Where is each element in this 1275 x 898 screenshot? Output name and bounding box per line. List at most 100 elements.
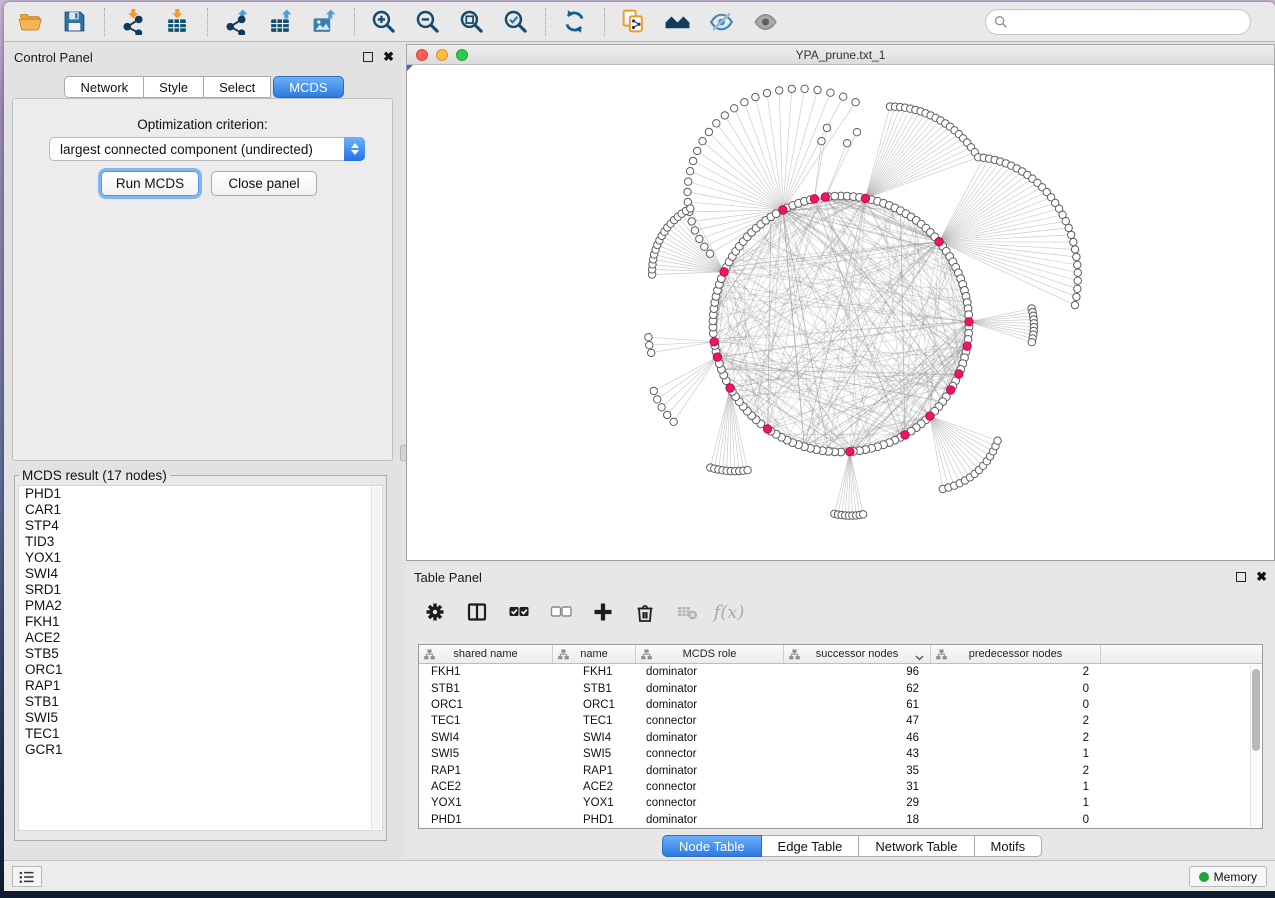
network-node[interactable] <box>691 227 698 234</box>
first-neighbors-button[interactable] <box>661 6 693 38</box>
mcds-dominator-node[interactable] <box>901 431 909 439</box>
mcds-result-item[interactable]: ACE2 <box>19 630 382 646</box>
network-node[interactable] <box>705 128 712 135</box>
result-list-scrollbar[interactable] <box>371 487 381 829</box>
table-row[interactable]: SWI4SWI4dominator462 <box>419 730 1262 746</box>
table-row[interactable]: FKH1FKH1dominator962 <box>419 664 1262 680</box>
network-node[interactable] <box>994 437 1001 444</box>
minimize-window-icon[interactable] <box>436 49 448 61</box>
mcds-result-item[interactable]: STB1 <box>19 694 382 710</box>
network-node[interactable] <box>788 85 795 92</box>
mcds-dominator-node[interactable] <box>861 194 869 202</box>
network-node[interactable] <box>814 86 821 93</box>
tab-motifs[interactable]: Motifs <box>975 835 1043 857</box>
column-header-successor-nodes[interactable]: successor nodes <box>784 645 931 663</box>
mcds-result-item[interactable]: PMA2 <box>19 598 382 614</box>
network-node[interactable] <box>645 334 652 341</box>
mcds-dominator-node[interactable] <box>779 206 787 214</box>
export-image-button[interactable] <box>308 6 340 38</box>
network-node[interactable] <box>1074 261 1081 268</box>
mcds-result-item[interactable]: RAP1 <box>19 678 382 694</box>
mcds-dominator-node[interactable] <box>965 318 973 326</box>
float-table-panel-icon[interactable] <box>1236 572 1246 582</box>
network-node[interactable] <box>843 140 850 147</box>
network-node[interactable] <box>646 342 653 349</box>
tab-select[interactable]: Select <box>204 76 271 98</box>
search-input[interactable] <box>1008 12 1250 32</box>
close-panel-icon[interactable]: ✖ <box>383 49 394 65</box>
mcds-dominator-node[interactable] <box>963 342 971 350</box>
table-scrollbar[interactable] <box>1250 665 1261 827</box>
table-row[interactable]: RAP1RAP1dominator352 <box>419 762 1262 778</box>
show-all-button[interactable] <box>749 6 781 38</box>
mcds-result-item[interactable]: YOX1 <box>19 550 382 566</box>
mcds-result-item[interactable]: STB5 <box>19 646 382 662</box>
delete-row-button[interactable] <box>630 597 660 627</box>
network-node[interactable] <box>1071 301 1078 308</box>
network-node[interactable] <box>731 105 738 112</box>
close-window-icon[interactable] <box>416 49 428 61</box>
network-node[interactable] <box>1070 238 1077 245</box>
network-node[interactable] <box>801 85 808 92</box>
network-node[interactable] <box>694 147 701 154</box>
network-node[interactable] <box>1074 277 1081 284</box>
import-network-button[interactable] <box>117 6 149 38</box>
export-table-button[interactable] <box>264 6 296 38</box>
export-network-button[interactable] <box>220 6 252 38</box>
mcds-dominator-node[interactable] <box>726 384 734 392</box>
table-row[interactable]: ACE2ACE2connector311 <box>419 779 1262 795</box>
mcds-result-item[interactable]: GCR1 <box>19 742 382 758</box>
table-row[interactable]: YOX1YOX1connector291 <box>419 795 1262 811</box>
network-node[interactable] <box>664 411 671 418</box>
zoom-out-button[interactable] <box>411 6 443 38</box>
mcds-result-item[interactable]: CAR1 <box>19 502 382 518</box>
close-table-panel-icon[interactable]: ✖ <box>1256 569 1267 585</box>
tab-network-table[interactable]: Network Table <box>859 835 974 857</box>
network-node[interactable] <box>658 404 665 411</box>
mcds-result-item[interactable]: PHD1 <box>19 486 382 502</box>
mcds-result-item[interactable]: ORC1 <box>19 662 382 678</box>
mcds-dominator-node[interactable] <box>947 386 955 394</box>
mcds-dominator-node[interactable] <box>955 370 963 378</box>
network-node[interactable] <box>706 250 713 257</box>
zoom-in-button[interactable] <box>367 6 399 38</box>
network-node[interactable] <box>1074 285 1081 292</box>
network-node[interactable] <box>686 168 693 175</box>
columns-button[interactable] <box>462 597 492 627</box>
deselect-all-button[interactable] <box>546 597 576 627</box>
network-node[interactable] <box>823 124 830 131</box>
mcds-dominator-node[interactable] <box>935 238 943 246</box>
column-header-MCDS-role[interactable]: MCDS role <box>636 645 784 663</box>
tab-style[interactable]: Style <box>144 76 204 98</box>
network-node[interactable] <box>752 93 759 100</box>
duplicate-network-button[interactable] <box>617 6 649 38</box>
mcds-result-item[interactable]: SWI4 <box>19 566 382 582</box>
import-table-button[interactable] <box>161 6 193 38</box>
network-node[interactable] <box>1068 231 1075 238</box>
zoom-selected-button[interactable] <box>499 6 531 38</box>
table-row[interactable]: PHD1PHD1dominator180 <box>419 812 1262 828</box>
network-node[interactable] <box>696 235 703 242</box>
network-node[interactable] <box>1074 269 1081 276</box>
network-node[interactable] <box>860 511 867 518</box>
memory-button[interactable]: Memory <box>1189 866 1267 887</box>
task-history-button[interactable] <box>12 866 42 887</box>
add-row-button[interactable] <box>588 597 618 627</box>
network-node[interactable] <box>1073 293 1080 300</box>
network-node[interactable] <box>650 387 657 394</box>
network-node[interactable] <box>853 129 860 136</box>
network-node[interactable] <box>713 120 720 127</box>
network-node[interactable] <box>1028 339 1035 346</box>
network-node[interactable] <box>721 112 728 119</box>
network-node[interactable] <box>831 192 839 200</box>
mcds-result-item[interactable]: TEC1 <box>19 726 382 742</box>
network-node[interactable] <box>689 157 696 164</box>
network-node[interactable] <box>818 138 825 145</box>
column-header-shared-name[interactable]: shared name <box>419 645 553 663</box>
mcds-result-item[interactable]: SRD1 <box>19 582 382 598</box>
network-node[interactable] <box>1073 253 1080 260</box>
network-node[interactable] <box>776 87 783 94</box>
run-mcds-button[interactable]: Run MCDS <box>101 171 199 196</box>
tab-edge-table[interactable]: Edge Table <box>762 835 860 857</box>
close-panel-button[interactable]: Close panel <box>211 171 317 196</box>
